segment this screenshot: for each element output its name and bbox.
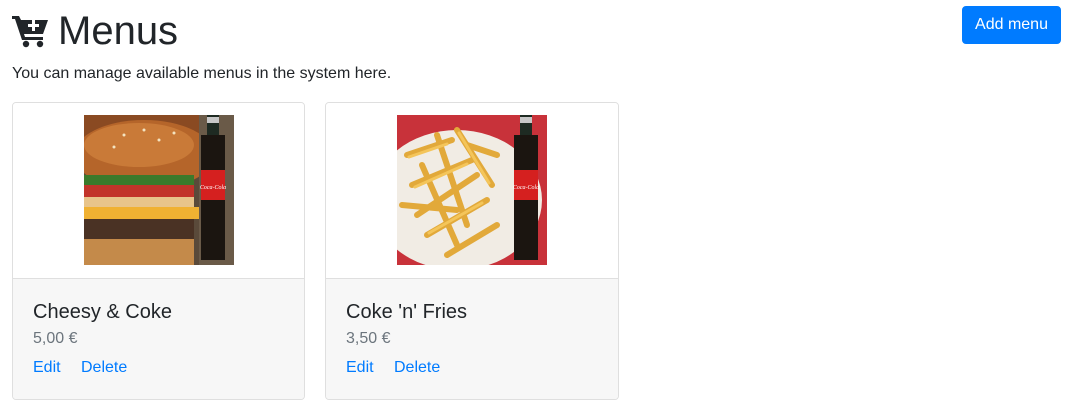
delete-link[interactable]: Delete (81, 358, 127, 378)
menu-price: 3,50 € (346, 330, 391, 347)
cart-plus-icon (12, 16, 48, 48)
add-menu-button[interactable]: Add menu (962, 6, 1061, 44)
svg-text:Coca-Cola: Coca-Cola (513, 185, 539, 191)
menu-image-container: Coca-Cola (13, 103, 304, 279)
menu-name: Coke 'n' Fries (346, 301, 468, 323)
edit-link[interactable]: Edit (346, 358, 374, 378)
menu-image-container: Coca-Cola (326, 103, 618, 279)
delete-link[interactable]: Delete (394, 358, 440, 378)
menu-name: Cheesy & Coke (33, 301, 172, 323)
page-title: Menus (58, 9, 179, 53)
menu-card-body: Coke 'n' Fries 3,50 € Edit Delete (326, 279, 618, 399)
menu-card: Coca-Cola Coke 'n' Fries 3,50 € Edit Del… (325, 102, 619, 400)
fries-and-coke-photo: Coca-Cola (397, 115, 547, 265)
menus-page: Menus Add menu You can manage available … (0, 0, 1067, 409)
edit-link[interactable]: Edit (33, 358, 61, 378)
burger-and-coke-photo: Coca-Cola (84, 115, 234, 265)
menu-card-body: Cheesy & Coke 5,00 € Edit Delete (13, 279, 304, 399)
menu-price: 5,00 € (33, 330, 78, 347)
page-subtitle: You can manage available menus in the sy… (12, 65, 392, 82)
menu-card: Coca-Cola Cheesy & Coke 5,00 € Edit Dele… (12, 102, 305, 400)
page-header: Menus (12, 6, 178, 56)
svg-text:Coca-Cola: Coca-Cola (200, 185, 226, 191)
